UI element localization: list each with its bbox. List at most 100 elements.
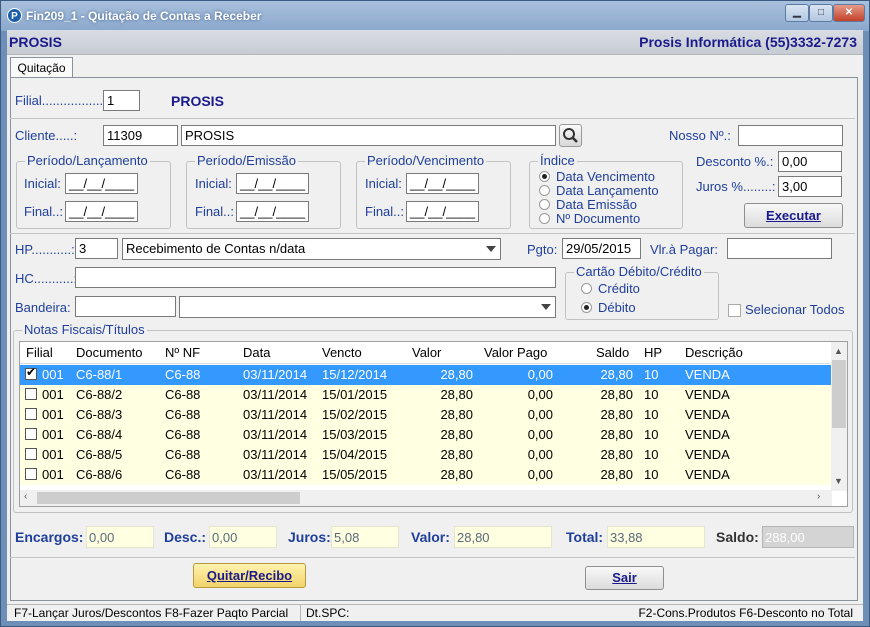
cell-vencto: 15/02/2015 [322, 407, 388, 422]
executar-button[interactable]: Executar [744, 203, 843, 228]
bandeira-select[interactable] [179, 296, 556, 318]
minimize-icon[interactable]: ▁ [785, 4, 809, 22]
lancamento-final-input[interactable]: __/__/____ [65, 201, 138, 222]
vlr-pagar-input[interactable] [727, 238, 832, 259]
column-header[interactable]: Nº NF [165, 345, 200, 360]
cliente-label: Cliente.....: [15, 128, 78, 143]
row-checkbox[interactable] [25, 468, 37, 480]
table-row[interactable]: 001 C6-88/4 C6-88 03/11/2014 15/03/2015 28,80… [20, 425, 831, 445]
column-header[interactable]: Valor [412, 345, 441, 360]
cell-filial: 001 [42, 387, 64, 402]
table-row[interactable]: 001 C6-88/3 C6-88 03/11/2014 15/02/2015 28,80… [20, 405, 831, 425]
indice-radio-emissao[interactable] [539, 199, 550, 210]
scrollbar-thumb[interactable] [37, 492, 300, 504]
hp-select[interactable]: Recebimento de Contas n/data [122, 238, 501, 260]
cell-hp: 10 [644, 447, 659, 462]
table-row[interactable]: 001 C6-88/1 C6-88 03/11/2014 15/12/2014 28,80… [20, 365, 831, 385]
column-header[interactable]: Valor Pago [484, 345, 547, 360]
scroll-up-icon[interactable]: ▲ [834, 346, 843, 356]
company-contact: Prosis Informática (55)3332-7273 [639, 34, 857, 50]
lancamento-inicial-input[interactable]: __/__/____ [65, 173, 138, 194]
cell-vencto: 15/04/2015 [322, 447, 388, 462]
column-header[interactable]: HP [644, 345, 662, 360]
divider [10, 233, 855, 234]
nosso-numero-input[interactable] [738, 125, 843, 146]
cliente-name-input[interactable]: PROSIS [181, 125, 556, 146]
vencimento-inicial-input[interactable]: __/__/____ [406, 173, 479, 194]
divider [10, 118, 855, 119]
desc-value: 0,00 [209, 526, 277, 548]
cell-filial: 001 [42, 367, 64, 382]
column-header[interactable]: Documento [76, 345, 142, 360]
row-checkbox[interactable] [25, 448, 37, 460]
column-header[interactable]: Saldo [596, 345, 629, 360]
pgto-input[interactable]: 29/05/2015 [562, 238, 641, 259]
cell-filial: 001 [42, 467, 64, 482]
selecionar-todos-checkbox[interactable] [728, 304, 741, 317]
row-checkbox[interactable] [25, 365, 37, 380]
column-header[interactable]: Filial [26, 345, 53, 360]
close-icon[interactable]: ✕ [833, 4, 865, 22]
hp-label: HP...........: [15, 242, 75, 257]
cell-hp: 10 [644, 387, 659, 402]
scroll-down-icon[interactable]: ▼ [834, 476, 843, 486]
cartao-radio-credito[interactable] [581, 283, 592, 294]
vencimento-final-input[interactable]: __/__/____ [406, 201, 479, 222]
maximize-icon[interactable]: □ [809, 4, 833, 22]
cartao-option-label: Débito [598, 300, 636, 315]
indice-radio-lancamento[interactable] [539, 185, 550, 196]
hc-input[interactable] [75, 267, 556, 288]
table-row[interactable]: 001 C6-88/5 C6-88 03/11/2014 15/04/2015 28,80… [20, 445, 831, 465]
scroll-left-icon[interactable]: ‹ [24, 491, 27, 502]
cell-data: 03/11/2014 [243, 467, 308, 482]
filial-label: Filial.................: [15, 93, 107, 108]
chevron-down-icon [541, 304, 551, 310]
indice-radio-vencimento[interactable] [539, 171, 550, 182]
total-label: Total: [566, 529, 604, 545]
desconto-input[interactable]: 0,00 [778, 151, 842, 172]
row-checkbox[interactable] [25, 388, 37, 400]
quitar-recibo-button[interactable]: Quitar/Recibo [193, 563, 306, 588]
row-checkbox[interactable] [25, 428, 37, 440]
sair-button[interactable]: Sair [585, 566, 664, 590]
group-title: Índice [538, 153, 577, 168]
cell-nf: C6-88 [165, 387, 201, 402]
chevron-down-icon [486, 246, 496, 252]
vertical-scrollbar[interactable]: ▲ ▼ [831, 342, 847, 491]
cell-saldo: 28,80 [600, 427, 633, 442]
bandeira-code-input[interactable] [75, 296, 176, 317]
column-header[interactable]: Vencto [322, 345, 362, 360]
cartao-radio-debito[interactable] [581, 302, 592, 313]
cell-data: 03/11/2014 [243, 387, 308, 402]
column-header[interactable]: Descrição [685, 345, 743, 360]
desconto-label: Desconto %.: [696, 154, 774, 169]
emissao-inicial-input[interactable]: __/__/____ [236, 173, 309, 194]
search-icon [563, 128, 578, 143]
status-left: F7-Lançar Juros/Descontos F8-Fazer Paqto… [14, 606, 289, 620]
cell-hp: 10 [644, 467, 659, 482]
search-button[interactable] [559, 124, 582, 147]
table-row[interactable]: 001 C6-88/2 C6-88 03/11/2014 15/01/2015 28,80… [20, 385, 831, 405]
final-label: Final..: [365, 204, 405, 219]
juros-input[interactable]: 3,00 [778, 176, 842, 197]
title-bar[interactable]: P Fin209_1 - Quitação de Contas a Recebe… [1, 1, 869, 31]
cell-data: 03/11/2014 [243, 367, 308, 382]
filial-input[interactable]: 1 [103, 90, 140, 111]
horizontal-scrollbar[interactable]: ‹ › [20, 490, 832, 506]
final-label: Final..: [24, 204, 64, 219]
cell-valor: 28,80 [440, 367, 473, 382]
indice-radio-documento[interactable] [539, 213, 550, 224]
scrollbar-thumb[interactable] [832, 360, 846, 428]
scroll-right-icon[interactable]: › [817, 491, 820, 502]
column-header[interactable]: Data [243, 345, 270, 360]
cliente-code-input[interactable]: 11309 [103, 125, 178, 146]
table-row[interactable]: 001 C6-88/6 C6-88 03/11/2014 15/05/2015 28,80… [20, 465, 831, 485]
cell-saldo: 28,80 [600, 447, 633, 462]
row-checkbox[interactable] [25, 408, 37, 420]
emissao-final-input[interactable]: __/__/____ [236, 201, 309, 222]
tab-quitacao[interactable]: Quitação [10, 57, 73, 78]
cell-data: 03/11/2014 [243, 447, 308, 462]
hp-code-input[interactable]: 3 [75, 238, 118, 259]
saldo-value: 288,00 [762, 526, 854, 548]
desc-label: Desc.: [164, 529, 207, 545]
